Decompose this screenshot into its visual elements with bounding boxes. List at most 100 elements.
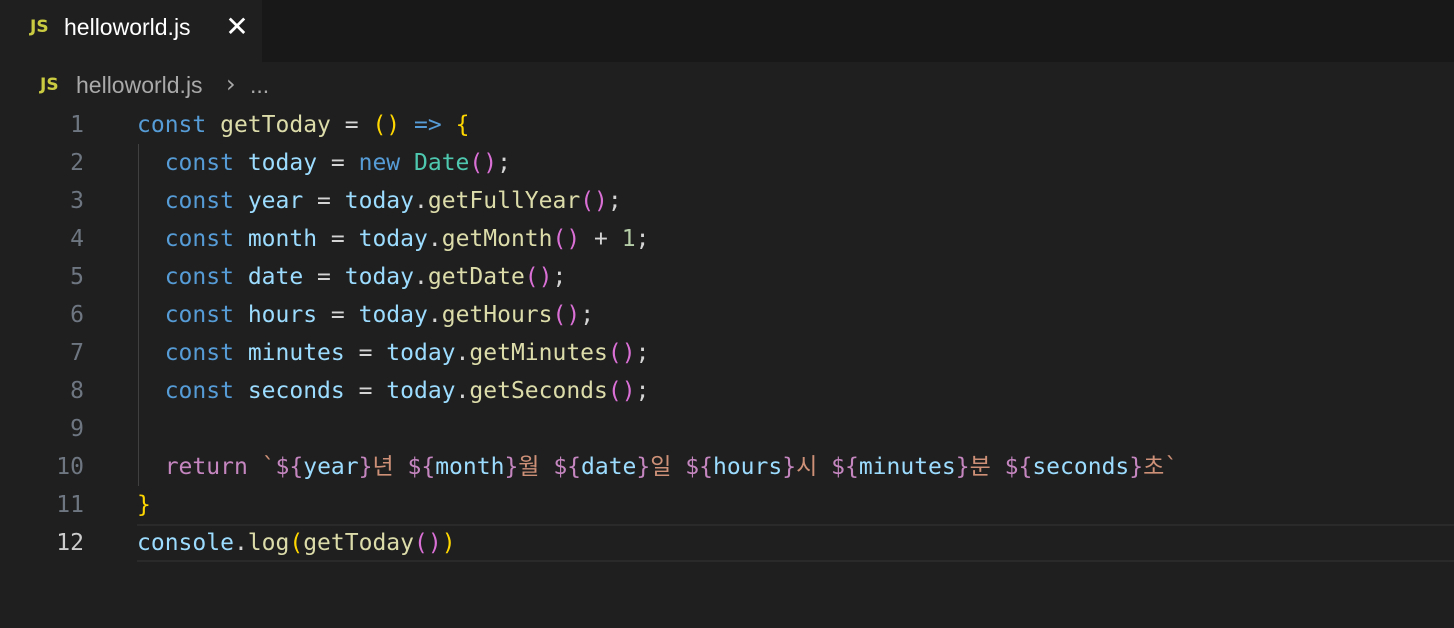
code-line[interactable]: 12 console.log(getToday()) xyxy=(0,524,1454,562)
code-token: = xyxy=(303,188,345,214)
code-token: today xyxy=(386,340,456,366)
code-token: { xyxy=(455,112,470,138)
code-token: const xyxy=(164,302,234,328)
code-token: getMonth xyxy=(441,226,553,252)
code-token: today xyxy=(344,188,414,214)
code-token: () xyxy=(580,188,608,214)
breadcrumb-more[interactable]: ... xyxy=(250,72,269,99)
line-number: 1 xyxy=(70,112,84,138)
code-editor[interactable]: 1 const getToday = () => {2 const today =… xyxy=(0,106,1454,628)
code-token: const xyxy=(164,378,234,404)
code-text[interactable]: const year = today.getFullYear(); xyxy=(137,182,622,220)
code-token: . xyxy=(233,530,248,556)
code-token: ; xyxy=(635,378,650,404)
code-text[interactable]: const date = today.getDate(); xyxy=(137,258,567,296)
code-token: const xyxy=(164,226,234,252)
code-token: today xyxy=(358,302,428,328)
code-token: } xyxy=(636,454,651,480)
code-text[interactable]: const hours = today.getHours(); xyxy=(137,296,594,334)
code-line[interactable]: 8 const seconds = today.getSeconds(); xyxy=(0,372,1454,410)
code-token: new xyxy=(358,150,401,176)
breadcrumb: JS helloworld.js › ... xyxy=(0,62,1454,108)
code-text[interactable]: const month = today.getMonth() + 1; xyxy=(137,220,650,258)
code-token: getFullYear xyxy=(427,188,581,214)
code-line[interactable]: 5 const date = today.getDate(); xyxy=(0,258,1454,296)
code-line[interactable]: 6 const hours = today.getHours(); xyxy=(0,296,1454,334)
code-token: ( xyxy=(289,530,304,556)
code-token: . xyxy=(455,340,470,366)
code-token: . xyxy=(427,226,442,252)
code-token: Date xyxy=(414,150,470,176)
code-text[interactable]: console.log(getToday()) xyxy=(137,524,456,562)
code-token: hours xyxy=(247,302,318,328)
code-text[interactable]: return `${year}년 ${month}월 ${date}일 ${ho… xyxy=(137,448,1178,486)
code-token: } xyxy=(1129,454,1144,480)
code-token: getDate xyxy=(427,264,525,290)
code-token: => xyxy=(414,112,442,138)
code-token: return xyxy=(164,454,248,480)
code-token: + xyxy=(580,226,622,252)
code-token: . xyxy=(455,378,470,404)
line-number: 7 xyxy=(70,340,84,366)
code-token: 년 xyxy=(372,454,408,480)
code-line[interactable]: 11} xyxy=(0,486,1454,524)
code-token: month xyxy=(435,454,505,480)
code-text[interactable]: const today = new Date(); xyxy=(137,144,511,182)
code-token: year xyxy=(247,188,304,214)
code-token: ${ xyxy=(553,454,582,480)
code-line[interactable]: 10 return `${year}년 ${month}월 ${date}일 $… xyxy=(0,448,1454,486)
code-token: ; xyxy=(635,340,650,366)
code-text[interactable]: const minutes = today.getMinutes(); xyxy=(137,334,650,372)
code-text[interactable]: const seconds = today.getSeconds(); xyxy=(137,372,650,410)
code-line[interactable]: 9 xyxy=(0,410,1454,448)
code-token: 월 xyxy=(518,454,554,480)
code-token: () xyxy=(552,226,581,252)
code-token: () xyxy=(413,530,442,556)
code-token: const xyxy=(164,264,234,290)
code-text[interactable]: } xyxy=(137,486,151,524)
line-number: 3 xyxy=(70,188,84,214)
code-token: month xyxy=(247,226,318,252)
code-token: = xyxy=(344,378,387,404)
code-token: } xyxy=(955,454,970,480)
tab-helloworld-js[interactable]: JS helloworld.js ✕ xyxy=(0,0,262,62)
code-token: ; xyxy=(552,264,567,290)
line-number: 11 xyxy=(56,492,84,518)
code-token: = xyxy=(317,302,359,328)
code-token: minutes xyxy=(247,340,345,366)
chevron-right-icon: › xyxy=(226,70,236,98)
line-number: 12 xyxy=(56,530,84,556)
close-icon[interactable]: ✕ xyxy=(222,12,252,42)
code-line[interactable]: 1 const getToday = () => { xyxy=(0,106,1454,144)
javascript-file-icon: JS xyxy=(40,75,59,95)
code-line[interactable]: 7 const minutes = today.getMinutes(); xyxy=(0,334,1454,372)
code-token: ; xyxy=(497,150,511,176)
code-line[interactable]: 3 const year = today.getFullYear(); xyxy=(0,182,1454,220)
code-text[interactable]: const getToday = () => { xyxy=(137,106,469,144)
code-line[interactable]: 4 const month = today.getMonth() + 1; xyxy=(0,220,1454,258)
code-token: () xyxy=(524,264,553,290)
code-token: ${ xyxy=(407,454,436,480)
tab-label[interactable]: helloworld.js xyxy=(64,14,191,41)
code-token: } xyxy=(782,454,797,480)
breadcrumb-file[interactable]: helloworld.js xyxy=(76,72,203,99)
code-line[interactable]: 2 const today = new Date(); xyxy=(0,144,1454,182)
code-token: year xyxy=(303,454,359,480)
tab-bar: JS helloworld.js ✕ xyxy=(0,0,1454,62)
code-token: ${ xyxy=(685,454,713,480)
code-token: 시 xyxy=(796,454,832,480)
